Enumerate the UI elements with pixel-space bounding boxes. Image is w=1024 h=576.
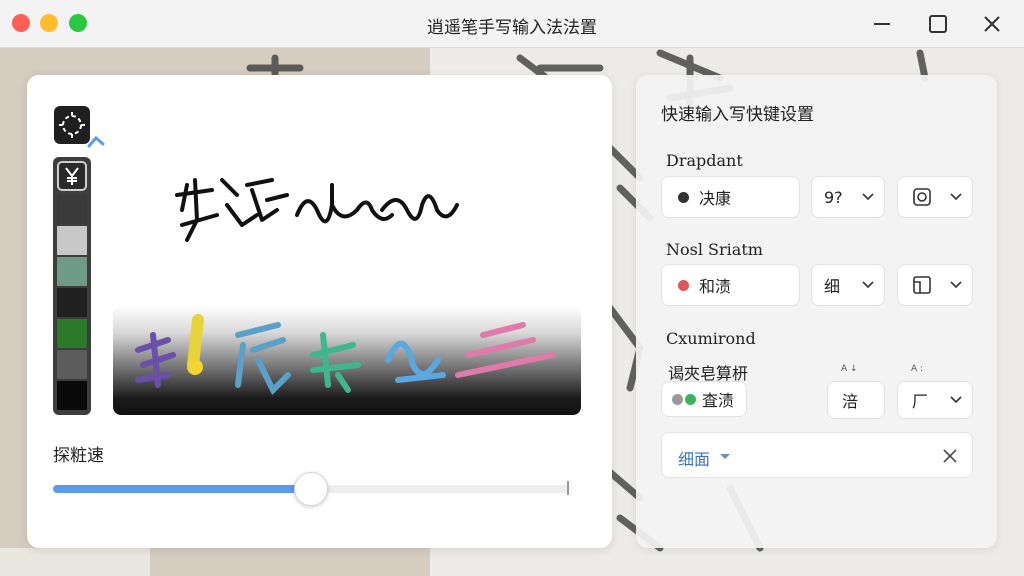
- handwriting-canvas[interactable]: [167, 165, 467, 269]
- color-swatch[interactable]: [57, 288, 87, 317]
- caret-down-icon[interactable]: [719, 453, 731, 461]
- shortcut-value-1: 决康: [699, 189, 732, 208]
- option-3b-label: 厂: [912, 392, 929, 411]
- status-dot-green: [685, 393, 696, 405]
- shortcut-field-2[interactable]: 和渍: [661, 264, 800, 306]
- option-1a-label: 9?: [824, 187, 843, 207]
- tick-b: A :: [911, 364, 924, 374]
- yen-icon[interactable]: [57, 161, 87, 191]
- shortcut-option-3a[interactable]: 涪: [827, 381, 885, 419]
- title-bar: 逍遥笔手写输入法法置: [0, 0, 1024, 48]
- option-2a-label: 细: [824, 277, 841, 296]
- shortcut-field-3[interactable]: 査渍: [661, 381, 747, 417]
- panel-icon: [913, 276, 931, 294]
- section-label-2: Nosl Sriatm: [666, 240, 763, 259]
- clear-icon[interactable]: [942, 448, 958, 464]
- option-3a-label: 涪: [842, 392, 859, 411]
- shortcut-option-1a[interactable]: 9?: [811, 176, 885, 218]
- shortcut-option-2a[interactable]: 细: [811, 264, 885, 306]
- color-swatch[interactable]: [57, 195, 87, 224]
- filter-input[interactable]: 细面: [661, 432, 973, 478]
- status-dot-gray: [672, 393, 683, 405]
- chevron-down-icon: [950, 281, 962, 289]
- speed-slider-fill: [53, 485, 311, 493]
- brush-stroke-preview[interactable]: [113, 305, 581, 415]
- chevron-down-icon: [862, 281, 874, 289]
- tick-a: A ↓: [841, 364, 858, 374]
- close-icon[interactable]: [978, 10, 1006, 38]
- chevron-up-icon[interactable]: [87, 133, 105, 152]
- shortcut-value-3: 査渍: [702, 391, 735, 410]
- minimize-icon[interactable]: [868, 10, 896, 38]
- shortcut-option-3b[interactable]: 厂: [897, 381, 973, 419]
- status-dot: [678, 191, 689, 203]
- shortcut-settings-panel: 快速输入写快键设置 Drapdant 决康 9? Nosl Sriatm 和渍 …: [636, 75, 997, 548]
- color-swatch[interactable]: [57, 226, 87, 255]
- chevron-down-icon: [862, 193, 874, 201]
- shortcut-field-1[interactable]: 决康: [661, 176, 800, 218]
- color-swatch[interactable]: [57, 319, 87, 348]
- selection-tool-icon[interactable]: [54, 106, 90, 144]
- status-dot: [678, 279, 689, 291]
- shortcut-option-2b[interactable]: [897, 264, 973, 306]
- shortcut-option-1b[interactable]: [897, 176, 973, 218]
- panel-title: 快速输入写快键设置: [661, 105, 814, 125]
- maximize-icon[interactable]: [924, 10, 952, 38]
- chevron-down-icon: [950, 396, 962, 404]
- color-palette: [53, 157, 91, 415]
- square-target-icon: [913, 188, 931, 206]
- section-label-1: Drapdant: [666, 151, 743, 170]
- shortcut-value-2: 和渍: [699, 277, 732, 296]
- speed-slider-handle[interactable]: [294, 472, 328, 506]
- color-swatch[interactable]: [57, 257, 87, 286]
- slider-end-marker: [567, 481, 569, 495]
- speed-slider[interactable]: [53, 472, 569, 506]
- color-swatch[interactable]: [57, 381, 87, 410]
- filter-value: 细面: [678, 450, 711, 469]
- handwriting-panel: 探粧速: [27, 75, 612, 548]
- color-swatch[interactable]: [57, 350, 87, 379]
- speed-label: 探粧速: [53, 446, 104, 466]
- chevron-down-icon: [950, 193, 962, 201]
- section-label-3: Cxumirond: [666, 329, 756, 348]
